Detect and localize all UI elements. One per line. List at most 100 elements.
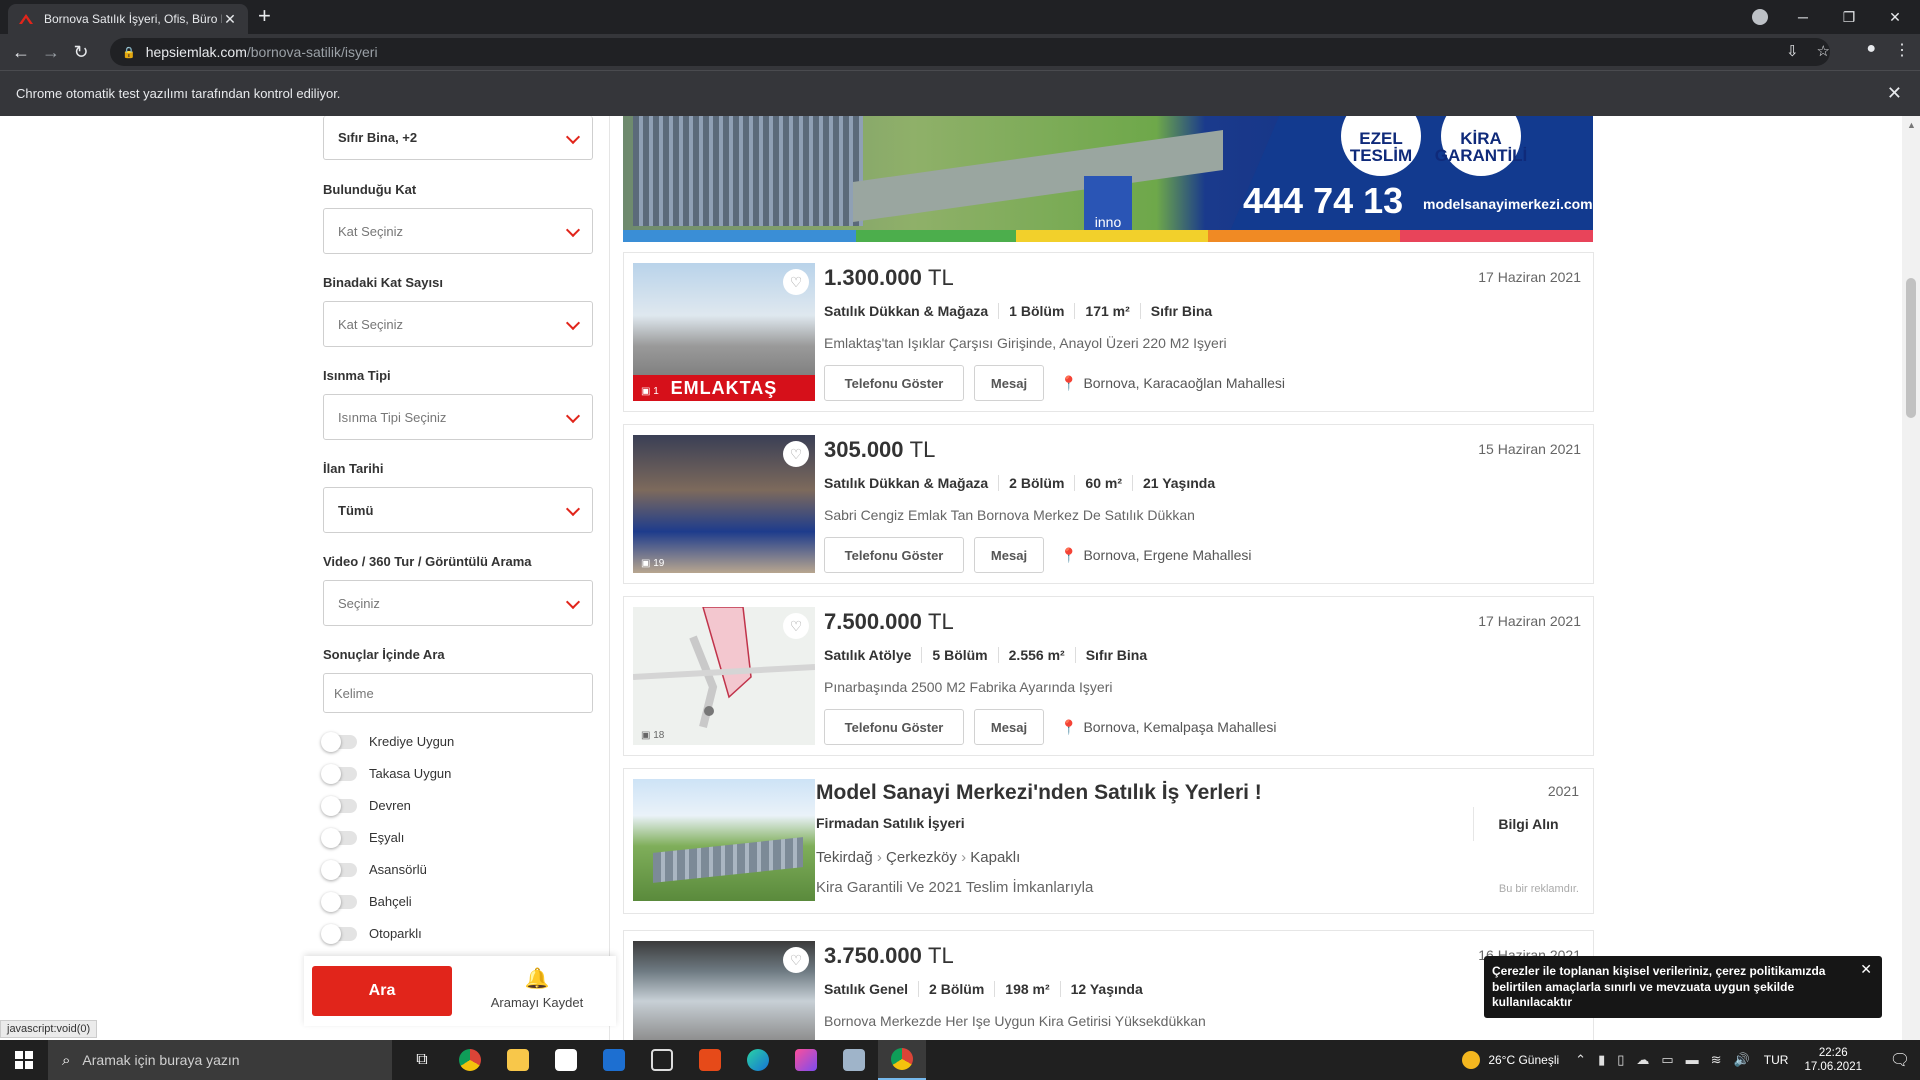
page-scrollbar[interactable]: ▲ xyxy=(1902,116,1920,1040)
battery-icon[interactable]: ▬ xyxy=(1686,1052,1699,1068)
listing-photo[interactable]: ▣ 18 ♡ xyxy=(633,607,815,745)
minimize-icon[interactable]: ─ xyxy=(1780,9,1826,25)
stripe-yellow xyxy=(1016,230,1208,242)
toggle-switch[interactable] xyxy=(321,763,357,784)
wifi-icon[interactable]: ≋ xyxy=(1711,1052,1722,1068)
address-bar[interactable]: 🔒 hepsiemlak.com /bornova-satilik/isyeri xyxy=(110,38,1830,66)
toggle-asansorlu[interactable]: Asansörlü xyxy=(321,859,427,880)
back-icon[interactable]: ← xyxy=(6,42,36,63)
lock-icon[interactable]: 🔒 xyxy=(122,46,136,59)
listing-card[interactable]: ♡ 3.750.000 TL 16 Haziran 2021 Satılık G… xyxy=(623,930,1594,1040)
notification-icon[interactable]: 🗨 xyxy=(1880,1050,1920,1070)
cookie-policy-link[interactable]: çerez politikamızda xyxy=(1715,964,1825,978)
listing-card[interactable]: ▣ 18 ♡ 7.500.000 TL 17 Haziran 2021 Satı… xyxy=(623,596,1594,756)
listing-card[interactable]: ▣ 19 ♡ 305.000 TL 15 Haziran 2021 Satılı… xyxy=(623,424,1594,584)
taskbar-search[interactable]: ⌕ Aramak için buraya yazın xyxy=(48,1040,392,1080)
listing-photo[interactable]: EMLAKTAŞ ▣ 1 ♡ xyxy=(633,263,815,401)
onedrive-icon[interactable]: ☁ xyxy=(1636,1052,1649,1068)
message-button[interactable]: Mesaj xyxy=(974,365,1044,401)
search-button[interactable]: Ara xyxy=(312,966,452,1016)
floor-select[interactable]: Kat Seçiniz xyxy=(323,208,593,254)
infobar-close-icon[interactable]: ✕ xyxy=(1887,83,1902,104)
heart-icon[interactable]: ♡ xyxy=(783,441,809,467)
file-explorer-icon[interactable] xyxy=(494,1040,542,1080)
listing-photo[interactable]: ▣ 19 ♡ xyxy=(633,435,815,573)
scroll-up-icon[interactable]: ▲ xyxy=(1907,120,1916,130)
store-icon[interactable] xyxy=(542,1040,590,1080)
heart-icon[interactable]: ♡ xyxy=(783,613,809,639)
ad-photo[interactable] xyxy=(633,779,815,901)
tab-close-icon[interactable]: ✕ xyxy=(222,11,238,28)
install-icon[interactable]: ⇩ xyxy=(1786,42,1799,60)
toggle-switch[interactable] xyxy=(321,923,357,944)
listing-card[interactable]: EMLAKTAŞ ▣ 1 ♡ 1.300.000 TL 17 Haziran 2… xyxy=(623,252,1594,412)
toggle-switch[interactable] xyxy=(321,827,357,848)
chrome-app-icon[interactable] xyxy=(446,1040,494,1080)
tab-search-icon[interactable] xyxy=(1752,9,1768,25)
forward-icon[interactable]: → xyxy=(36,42,66,63)
message-button[interactable]: Mesaj xyxy=(974,709,1044,745)
listing-description[interactable]: Sabri Cengiz Emlak Tan Bornova Merkez De… xyxy=(824,507,1195,523)
input-language[interactable]: TUR xyxy=(1764,1053,1789,1067)
clock[interactable]: 22:26 17.06.2021 xyxy=(1804,1046,1862,1075)
sidebar-action-bar: Ara 🔔 Aramayı Kaydet xyxy=(304,956,616,1026)
heating-select[interactable]: Isınma Tipi Seçiniz xyxy=(323,394,593,440)
banner-ad[interactable]: EZEL TESLİM KİRA GARANTİLİ inno 444 74 1… xyxy=(623,116,1593,242)
save-search-button[interactable]: 🔔 Aramayı Kaydet xyxy=(482,966,592,1010)
edge-icon[interactable] xyxy=(734,1040,782,1080)
toggle-otoparkli[interactable]: Otoparklı xyxy=(321,923,422,944)
listing-description[interactable]: Pınarbaşında 2500 M2 Fabrika Ayarında Iş… xyxy=(824,679,1112,695)
cube-app-icon[interactable] xyxy=(638,1040,686,1080)
show-phone-button[interactable]: Telefonu Göster xyxy=(824,537,964,573)
jetbrains-icon[interactable] xyxy=(782,1040,830,1080)
scrollbar-thumb[interactable] xyxy=(1906,278,1916,418)
cookie-close-icon[interactable]: ✕ xyxy=(1860,960,1872,978)
display-icon[interactable]: ▭ xyxy=(1661,1052,1673,1068)
restore-icon[interactable]: ❐ xyxy=(1826,9,1872,26)
toggle-takasa-uygun[interactable]: Takasa Uygun xyxy=(321,763,451,784)
sponsored-listing[interactable]: Model Sanayi Merkezi'nden Satılık İş Yer… xyxy=(623,768,1594,914)
toggle-devren[interactable]: Devren xyxy=(321,795,411,816)
office-icon[interactable] xyxy=(686,1040,734,1080)
toggle-switch[interactable] xyxy=(321,731,357,752)
task-view-icon[interactable]: ⧉ xyxy=(398,1040,446,1080)
building-status-select[interactable]: Sıfır Bina, +2 xyxy=(323,116,593,160)
show-phone-button[interactable]: Telefonu Göster xyxy=(824,365,964,401)
menu-kebab-icon[interactable]: ⋮ xyxy=(1894,40,1910,60)
message-button[interactable]: Mesaj xyxy=(974,537,1044,573)
phone-link-icon[interactable]: ▯ xyxy=(1617,1052,1624,1068)
chrome-active-icon[interactable] xyxy=(878,1040,926,1080)
ad-title[interactable]: Model Sanayi Merkezi'nden Satılık İş Yer… xyxy=(816,781,1262,805)
get-info-button[interactable]: Bilgi Alın xyxy=(1473,807,1583,841)
keyword-input[interactable]: Kelime xyxy=(323,673,593,713)
toggle-bahceli[interactable]: Bahçeli xyxy=(321,891,412,912)
browser-tab[interactable]: Bornova Satılık İşyeri, Ofis, Büro F ✕ xyxy=(8,4,248,34)
reload-icon[interactable]: ↻ xyxy=(66,42,96,63)
listing-description[interactable]: Bornova Merkezde Her Işe Uygun Kira Geti… xyxy=(824,1013,1206,1029)
mail-icon[interactable] xyxy=(590,1040,638,1080)
profile-icon[interactable]: ● xyxy=(1866,40,1876,60)
bookmark-star-icon[interactable]: ☆ xyxy=(1817,42,1830,60)
tray-icons: ⌃ ▮ ▯ ☁ ▭ ▬ ≋ 🔊 xyxy=(1575,1052,1750,1068)
volume-icon[interactable]: 🔊 xyxy=(1734,1052,1750,1068)
weather-widget[interactable]: 26°C Güneşli xyxy=(1462,1051,1559,1069)
listing-date-select[interactable]: Tümü xyxy=(323,487,593,533)
window-close-icon[interactable]: ✕ xyxy=(1872,9,1918,26)
chevron-up-icon[interactable]: ⌃ xyxy=(1575,1052,1586,1068)
new-tab-icon[interactable]: + xyxy=(258,5,271,27)
toggle-esyali[interactable]: Eşyalı xyxy=(321,827,404,848)
show-phone-button[interactable]: Telefonu Göster xyxy=(824,709,964,745)
remote-desktop-icon[interactable] xyxy=(830,1040,878,1080)
video-select[interactable]: Seçiniz xyxy=(323,580,593,626)
listing-description[interactable]: Emlaktaş'tan Işıklar Çarşısı Girişinde, … xyxy=(824,335,1227,351)
listing-photo[interactable]: ♡ xyxy=(633,941,815,1040)
toggle-switch[interactable] xyxy=(321,891,357,912)
windows-start-icon[interactable] xyxy=(0,1040,48,1080)
heart-icon[interactable]: ♡ xyxy=(783,269,809,295)
heart-icon[interactable]: ♡ xyxy=(783,947,809,973)
toggle-switch[interactable] xyxy=(321,859,357,880)
floor-count-select[interactable]: Kat Seçiniz xyxy=(323,301,593,347)
toggle-switch[interactable] xyxy=(321,795,357,816)
device-icon[interactable]: ▮ xyxy=(1598,1052,1605,1068)
toggle-krediye-uygun[interactable]: Krediye Uygun xyxy=(321,731,454,752)
